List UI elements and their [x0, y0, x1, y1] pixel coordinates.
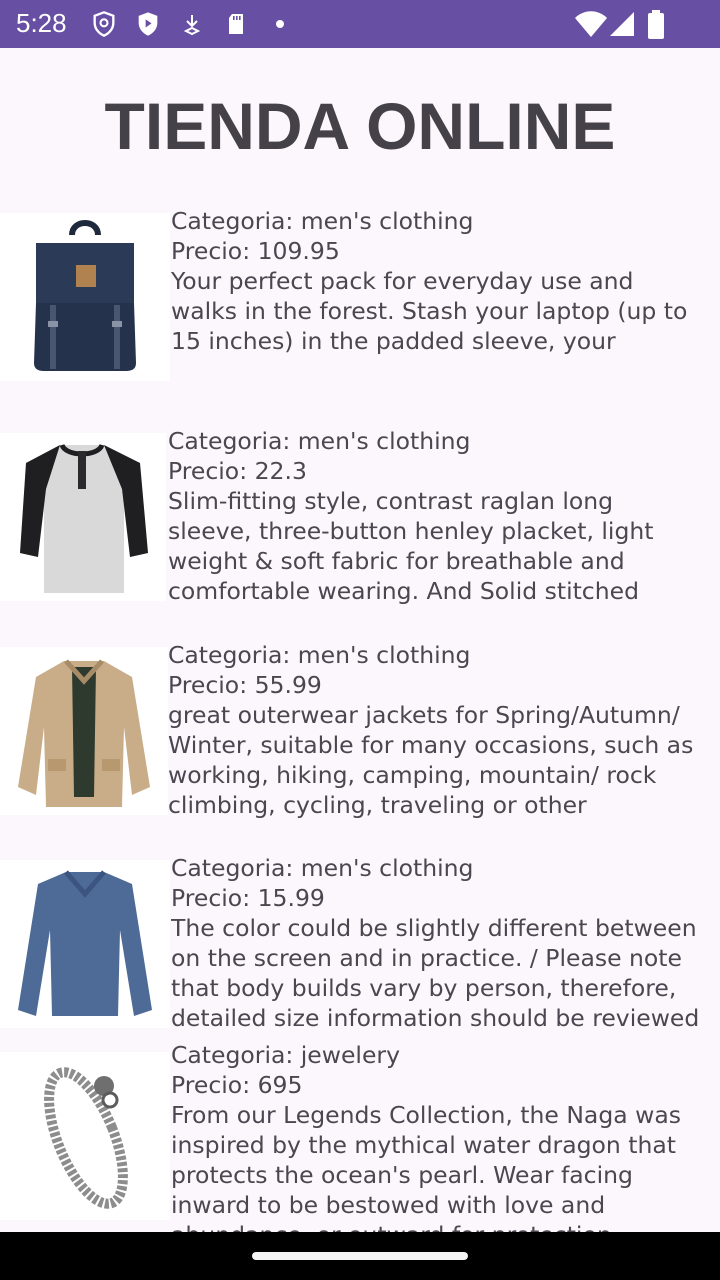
page-title: TIENDA ONLINE: [104, 89, 616, 163]
product-item[interactable]: Categoria: jewelery Precio: 695 From our…: [0, 1040, 720, 1232]
status-time: 5:28: [16, 8, 67, 38]
bracelet-image: [0, 1052, 170, 1220]
backpack-image: [0, 213, 170, 381]
product-price: Precio: 109.95: [171, 237, 340, 265]
product-description: The color could be slightly different be…: [171, 914, 700, 1032]
product-price: Precio: 695: [171, 1071, 303, 1099]
long-sleeve-shirt-image: [0, 860, 170, 1028]
home-gesture-handle[interactable]: [252, 1252, 468, 1260]
product-category: Categoria: men's clothing: [171, 854, 474, 882]
sd-card-icon: [229, 14, 243, 34]
product-price: Precio: 15.99: [171, 884, 325, 912]
download-icon: [183, 15, 201, 36]
shield-icon: [93, 11, 115, 37]
product-category: Categoria: men's clothing: [168, 641, 471, 669]
product-category: Categoria: men's clothing: [171, 207, 474, 235]
product-info: Categoria: jewelery Precio: 695 From our…: [171, 1040, 720, 1232]
product-item[interactable]: Categoria: men's clothing Precio: 15.99 …: [0, 853, 720, 1033]
battery-icon: [648, 10, 664, 39]
product-description: From our Legends Collection, the Naga wa…: [171, 1101, 681, 1232]
product-item[interactable]: Categoria: men's clothing Precio: 22.3 S…: [0, 426, 720, 612]
product-description: Slim-fitting style, contrast raglan long…: [168, 487, 662, 610]
product-price: Precio: 55.99: [168, 671, 322, 699]
product-price: Precio: 22.3: [168, 457, 307, 485]
product-info: Categoria: men's clothing Precio: 15.99 …: [171, 853, 720, 1033]
product-info: Categoria: men's clothing Precio: 109.95…: [171, 206, 720, 356]
henley-shirt-image: [0, 433, 166, 601]
play-protect-icon: [138, 12, 158, 36]
product-category: Categoria: jewelery: [171, 1041, 400, 1069]
product-info: Categoria: men's clothing Precio: 22.3 S…: [168, 426, 717, 610]
product-description: Your perfect pack for everyday use and w…: [171, 267, 688, 355]
product-item[interactable]: Categoria: men's clothing Precio: 55.99 …: [0, 640, 720, 826]
jacket-image: [0, 647, 168, 815]
signal-icon: [610, 12, 634, 36]
dot-icon: [276, 20, 284, 28]
product-info: Categoria: men's clothing Precio: 55.99 …: [168, 640, 717, 824]
product-item[interactable]: Categoria: men's clothing Precio: 109.95…: [0, 206, 720, 386]
product-category: Categoria: men's clothing: [168, 427, 471, 455]
wifi-icon: [575, 11, 607, 37]
status-bar: 5:28: [0, 0, 720, 48]
product-description: great outerwear jackets for Spring/Autum…: [168, 701, 694, 824]
